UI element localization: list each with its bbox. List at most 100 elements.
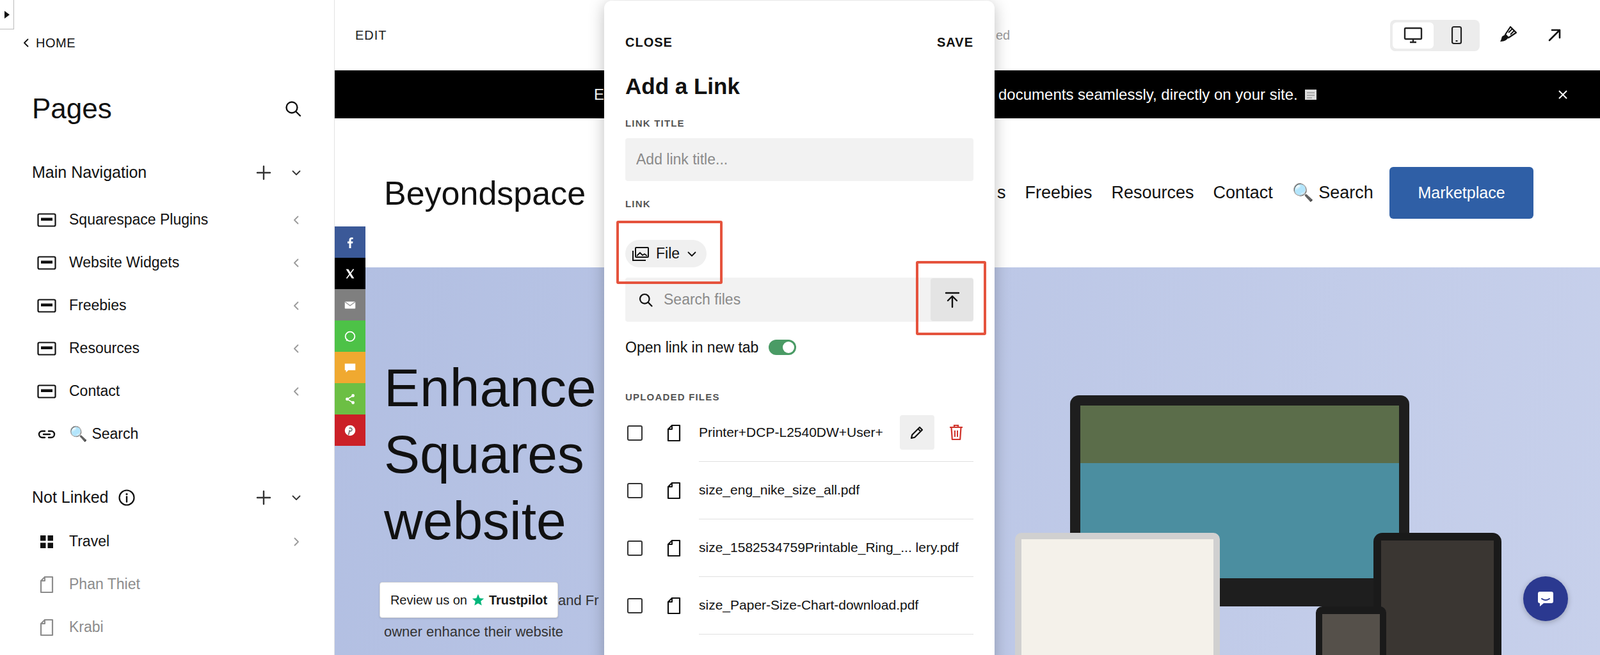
home-link[interactable]: HOME — [20, 30, 303, 56]
item-label: 🔍 Search — [69, 423, 139, 446]
desktop-icon[interactable] — [1403, 26, 1423, 45]
add-icon[interactable] — [255, 164, 272, 182]
email-share-button[interactable] — [334, 289, 366, 321]
file-checkbox[interactable] — [627, 598, 643, 614]
chat-button[interactable] — [1523, 576, 1568, 622]
link-type-dropdown[interactable]: File — [625, 240, 707, 268]
upload-button[interactable] — [930, 278, 974, 322]
file-name: size_eng_nike_size_all.pdf — [698, 480, 860, 501]
dropdown-chevron-icon[interactable] — [686, 248, 698, 260]
item-chevron-icon[interactable] — [290, 257, 303, 269]
facebook-share-button[interactable] — [334, 226, 366, 258]
sms-icon[interactable] — [343, 360, 358, 376]
facebook-icon[interactable] — [342, 234, 358, 251]
file-row[interactable]: size_eng_nike_size_all.pdf — [625, 462, 974, 520]
marketplace-button[interactable]: Marketplace — [1389, 167, 1534, 219]
item-chevron-icon[interactable] — [290, 536, 303, 548]
panel-toggle[interactable] — [0, 0, 15, 30]
trustpilot-star-icon — [471, 593, 486, 608]
file-search — [625, 277, 974, 322]
device-toggle — [1390, 19, 1480, 52]
back-chevron-icon[interactable] — [20, 37, 32, 49]
nav-link[interactable]: Contact — [1213, 179, 1273, 207]
file-checkbox[interactable] — [627, 483, 643, 499]
pinterest-icon[interactable] — [343, 423, 358, 438]
sidebar-item[interactable]: Contact — [32, 369, 303, 413]
edit-button[interactable] — [899, 415, 935, 450]
hero-text: owner enhance their website — [384, 622, 605, 643]
dialog-title: Add a Link — [625, 72, 974, 101]
edit-label: EDIT — [355, 28, 388, 43]
sidebar-item[interactable]: Phan Thiet — [32, 563, 303, 607]
sms-share-button[interactable] — [334, 352, 366, 384]
x-icon[interactable] — [343, 266, 358, 281]
item-chevron-icon[interactable] — [290, 385, 303, 398]
file-name: size_1582534759Printable_Ring_... lery.p… — [698, 537, 959, 559]
section-title: Main Navigation — [32, 160, 147, 185]
nav-link[interactable]: Resources — [1111, 179, 1195, 207]
desktop-view-button[interactable] — [1392, 22, 1434, 49]
sidebar-item[interactable]: Krabi — [32, 606, 303, 649]
file-checkbox[interactable] — [627, 540, 643, 557]
x-share-button[interactable] — [334, 257, 366, 290]
email-icon[interactable] — [343, 298, 358, 313]
close-button[interactable]: CLOSE — [625, 32, 673, 52]
hero-heading: Enhance — [384, 354, 605, 422]
new-tab-switch[interactable] — [768, 339, 797, 356]
file-row[interactable]: size_Paper-Size-Chart-download.pdf — [625, 577, 974, 635]
site-logo[interactable]: Beyondspace — [384, 174, 586, 212]
index-icon — [32, 534, 70, 550]
sidebar-item[interactable]: Travel — [32, 520, 303, 564]
file-search-input[interactable] — [662, 288, 931, 312]
file-type-icon[interactable] — [631, 246, 650, 262]
sidebar-item[interactable]: Squarespace Plugins — [32, 198, 303, 242]
nav-link[interactable]: s — [997, 179, 1007, 207]
sidebar-item[interactable]: Website Widgets — [32, 241, 303, 285]
pages-title: Pages — [32, 92, 112, 127]
search-icon[interactable] — [284, 99, 303, 118]
section-title: Not Linked — [32, 485, 109, 511]
page-list: TravelPhan ThietKrabi — [32, 520, 303, 649]
save-button[interactable]: SAVE — [936, 32, 974, 52]
info-icon[interactable] — [117, 488, 136, 507]
add-icon[interactable] — [255, 489, 272, 507]
mobile-view-button[interactable] — [1436, 22, 1478, 49]
item-label: Resources — [69, 337, 140, 360]
pencil-icon[interactable] — [908, 424, 926, 441]
close-icon[interactable] — [1556, 88, 1570, 102]
sidebar-item[interactable]: Resources — [32, 327, 303, 370]
collapse-chevron-icon[interactable] — [290, 167, 303, 179]
pages-panel: HOME Pages Main Navigation Squarespace Plug… — [0, 0, 335, 655]
share-share-button[interactable] — [334, 383, 366, 415]
share-icon[interactable] — [343, 392, 358, 407]
item-chevron-icon[interactable] — [290, 343, 303, 355]
trustpilot-badge[interactable]: Review us onTrustpilot — [379, 582, 559, 619]
sidebar-item[interactable]: 🔍 Search — [32, 412, 303, 456]
file-row[interactable]: Printer+DCP-L2540DW+User+ — [625, 404, 974, 463]
collapse-chevron-icon[interactable] — [290, 492, 303, 504]
link-type: File — [656, 242, 680, 265]
link-title-input[interactable] — [625, 138, 974, 182]
whatsapp-icon[interactable] — [343, 329, 358, 344]
file-checkbox[interactable] — [627, 425, 643, 441]
item-label: Contact — [69, 380, 120, 403]
nav-link[interactable]: Freebies — [1025, 179, 1093, 207]
section-header: Not Linked — [32, 485, 303, 511]
trash-icon[interactable] — [948, 423, 964, 442]
item-chevron-icon[interactable] — [290, 300, 303, 312]
pinterest-share-button[interactable] — [334, 414, 366, 447]
design-brush-icon[interactable] — [1497, 24, 1519, 46]
expand-arrow-icon[interactable] — [3, 10, 11, 20]
chat-icon[interactable] — [1534, 588, 1557, 610]
sidebar-item[interactable]: Freebies — [32, 284, 303, 328]
upload-icon[interactable] — [942, 290, 962, 310]
file-row[interactable]: size_1582534759Printable_Ring_... lery.p… — [625, 519, 974, 578]
whatsapp-share-button[interactable] — [334, 320, 366, 352]
nav-link[interactable]: 🔍 Search — [1292, 179, 1374, 207]
open-external-icon[interactable] — [1545, 26, 1564, 45]
item-chevron-icon[interactable] — [290, 214, 303, 226]
page-icon — [32, 618, 70, 637]
mobile-icon[interactable] — [1449, 25, 1464, 45]
file-actions — [899, 415, 974, 450]
folder-icon — [32, 213, 70, 228]
